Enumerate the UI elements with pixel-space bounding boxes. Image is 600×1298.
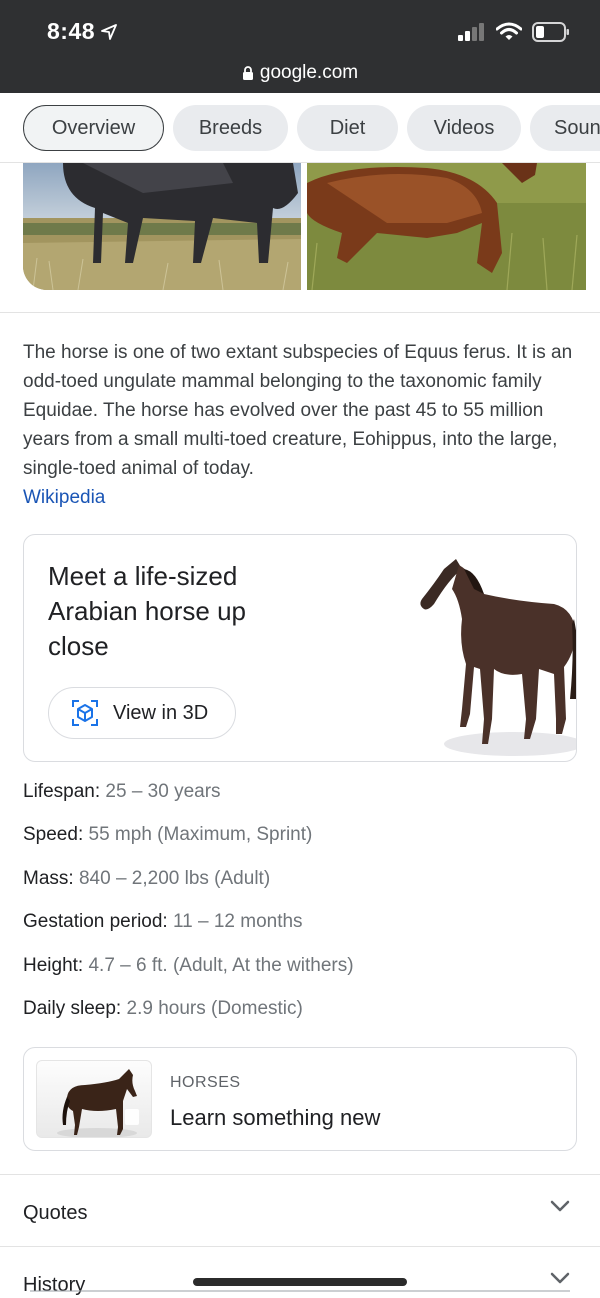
description-text: The horse is one of two extant subspecie… (23, 338, 573, 512)
accordion-quotes[interactable]: Quotes (0, 1175, 600, 1245)
cube-3d-icon (72, 700, 98, 726)
home-indicator[interactable] (193, 1278, 407, 1286)
fact-gestation: Gestation period: 11 – 12 months (23, 911, 303, 933)
fact-value[interactable]: 4.7 – 6 ft. (Adult, At the withers) (88, 955, 353, 976)
tab-overview[interactable]: Overview (23, 105, 164, 151)
view-in-3d-card[interactable]: Meet a life-sized Arabian horse up close… (23, 534, 577, 762)
horse-photo-left[interactable] (23, 163, 301, 290)
view-in-3d-button[interactable]: View in 3D (48, 687, 236, 739)
learn-title: Learn something new (170, 1105, 381, 1130)
fact-label: Daily sleep: (23, 998, 122, 1019)
section-divider (0, 312, 600, 313)
fact-label: Speed: (23, 824, 84, 845)
signal-icon (458, 23, 484, 41)
wikipedia-link[interactable]: Wikipedia (23, 487, 105, 508)
wifi-icon (496, 22, 522, 40)
clock-time: 8:48 (47, 18, 96, 44)
view-in-3d-label: View in 3D (113, 701, 209, 724)
fact-value[interactable]: 2.9 hours (Domestic) (127, 998, 303, 1019)
tab-breeds[interactable]: Breeds (173, 105, 288, 151)
fact-label: Lifespan: (23, 781, 101, 802)
fact-mass: Mass: 840 – 2,200 lbs (Adult) (23, 868, 270, 890)
url-bar[interactable]: google.com (0, 62, 600, 84)
accordion-label: Quotes (23, 1202, 88, 1224)
status-bar: 8:48 google.com (0, 0, 600, 93)
fact-value[interactable]: 11 – 12 months (173, 911, 303, 932)
description-body: The horse is one of two extant subspecie… (23, 342, 573, 479)
fact-label: Gestation period: (23, 911, 168, 932)
horse-photo-right[interactable] (307, 163, 586, 290)
fact-daily-sleep: Daily sleep: 2.9 hours (Domestic) (23, 998, 303, 1020)
lock-icon (242, 66, 253, 80)
learn-thumbnail (36, 1060, 152, 1138)
fact-height: Height: 4.7 – 6 ft. (Adult, At the withe… (23, 955, 354, 977)
learn-kicker: HORSES (170, 1074, 241, 1091)
url-text: google.com (259, 62, 359, 83)
3d-horse-image (420, 559, 576, 756)
topic-tabs: Overview Breeds Diet Videos Soun (0, 93, 600, 163)
image-strip (0, 163, 600, 290)
fact-value[interactable]: 25 – 30 years (105, 781, 220, 802)
fact-value[interactable]: 55 mph (Maximum, Sprint) (89, 824, 313, 845)
location-arrow-icon (101, 23, 117, 40)
tab-diet[interactable]: Diet (297, 105, 398, 151)
learn-something-new-card[interactable]: HORSES Learn something new (23, 1047, 577, 1151)
tab-sounds[interactable]: Soun (530, 105, 600, 151)
accordion-label: History (23, 1274, 86, 1296)
fact-value[interactable]: 840 – 2,200 lbs (Adult) (79, 868, 270, 889)
fact-speed: Speed: 55 mph (Maximum, Sprint) (23, 824, 312, 846)
status-time: 8:48 (47, 18, 117, 45)
scroll-track (30, 1290, 570, 1292)
tab-videos[interactable]: Videos (407, 105, 521, 151)
status-icons (458, 22, 570, 42)
battery-icon (532, 22, 569, 42)
chevron-down-icon (550, 1200, 570, 1212)
chevron-down-icon (550, 1272, 570, 1284)
card-3d-title: Meet a life-sized Arabian horse up close (48, 561, 247, 661)
fact-label: Height: (23, 955, 84, 976)
fact-lifespan: Lifespan: 25 – 30 years (23, 781, 221, 803)
fact-label: Mass: (23, 868, 74, 889)
